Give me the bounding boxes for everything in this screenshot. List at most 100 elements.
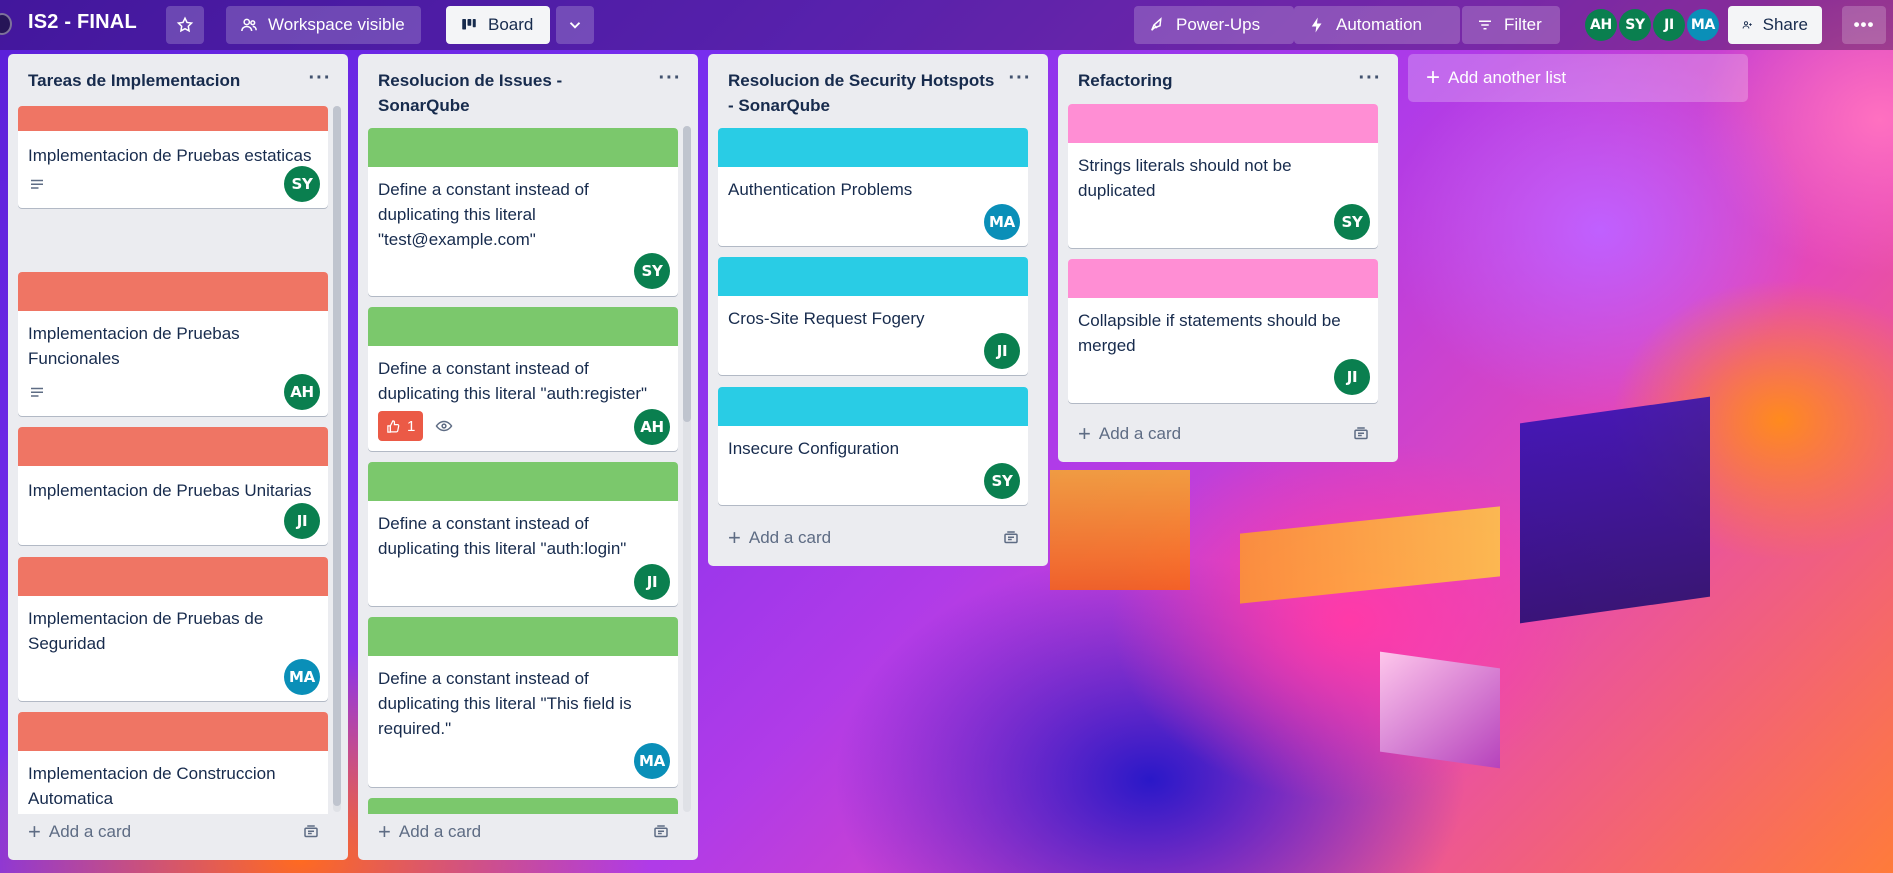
filter-button[interactable]: Filter [1462, 6, 1560, 44]
card-cover [1068, 259, 1378, 298]
card[interactable]: Collapsible if statements should be merg… [1068, 259, 1378, 403]
card-cover [18, 557, 328, 596]
board-title[interactable]: IS2 - FINAL [28, 11, 137, 34]
avatar[interactable]: JI [284, 503, 320, 539]
card-cover [18, 427, 328, 466]
card[interactable]: Authentication Problems MA [718, 128, 1028, 246]
list-header[interactable]: Tareas de Implementacion ··· [8, 54, 348, 102]
card-title: Define a constant instead of duplicating… [378, 359, 648, 403]
list-title[interactable]: Resolucion de Issues - SonarQube [378, 68, 648, 118]
people-icon [241, 18, 257, 32]
card[interactable]: Define a constant instead of duplicating… [368, 307, 678, 451]
automation-button[interactable]: Automation [1294, 6, 1460, 44]
card[interactable]: Strings literals should not be duplicate… [1068, 104, 1378, 248]
share-button[interactable]: Share [1728, 6, 1822, 44]
card[interactable]: Implementacion de Construccion Automatic… [18, 712, 328, 814]
card-members: MA [284, 659, 320, 695]
add-card-button[interactable]: + Add a card [18, 814, 328, 850]
avatar[interactable]: MA [634, 743, 670, 779]
card-template-icon[interactable] [652, 823, 670, 846]
avatar[interactable]: SY [1334, 204, 1370, 240]
card[interactable]: Define a constant instead of duplicating… [368, 617, 678, 787]
card-members: SY [984, 463, 1020, 499]
card-template-icon[interactable] [1352, 425, 1370, 448]
avatar[interactable]: AH [1585, 9, 1617, 41]
avatar[interactable]: JI [1653, 9, 1685, 41]
card[interactable]: Define a constant instead of duplicating… [368, 128, 678, 296]
visibility-button[interactable]: Workspace visible [226, 6, 421, 44]
share-label: Share [1762, 15, 1808, 34]
card-members: SY [284, 166, 320, 202]
view-switcher-button[interactable] [556, 6, 594, 44]
list-title[interactable]: Tareas de Implementacion [28, 68, 298, 93]
list-header[interactable]: Resolucion de Issues - SonarQube ··· [358, 54, 698, 118]
avatar[interactable]: AH [634, 409, 670, 445]
automation-label: Automation [1336, 15, 1422, 34]
board-icon [462, 19, 476, 30]
card-cover [718, 128, 1028, 167]
star-button[interactable] [166, 6, 204, 44]
list-menu-button[interactable]: ··· [1006, 64, 1034, 92]
card[interactable]: Insecure Configuration SY [718, 387, 1028, 505]
card-members: AH [634, 409, 670, 445]
card-cover [368, 798, 678, 814]
vote-count: 1 [407, 417, 416, 435]
card-badges [28, 384, 46, 402]
avatar[interactable]: JI [984, 333, 1020, 369]
card[interactable]: Implementacion de Pruebas Funcionales AH [18, 272, 328, 416]
card[interactable]: Define a constant instead of duplicating… [368, 462, 678, 606]
card-members: JI [634, 564, 670, 600]
background-shape [1050, 470, 1190, 590]
list-menu-button[interactable]: ··· [306, 64, 334, 92]
card[interactable]: Implementacion de Pruebas Unitarias JI [18, 427, 328, 545]
list-header[interactable]: Refactoring ··· [1058, 54, 1398, 102]
powerups-button[interactable]: Power-Ups [1134, 6, 1294, 44]
plus-icon: + [728, 525, 741, 550]
add-list-label: Add another list [1448, 68, 1567, 87]
avatar[interactable]: SY [634, 253, 670, 289]
list-header[interactable]: Resolucion de Security Hotspots - SonarQ… [708, 54, 1048, 118]
card-cover [368, 128, 678, 167]
card[interactable]: Cros-Site Request Fogery JI [718, 257, 1028, 375]
card-cover [18, 106, 328, 131]
add-list-button[interactable]: + Add another list [1408, 54, 1748, 102]
avatar[interactable]: SY [984, 463, 1020, 499]
avatar[interactable]: SY [284, 166, 320, 202]
avatar[interactable]: MA [984, 204, 1020, 240]
rocket-icon [1151, 17, 1162, 31]
list-menu-button[interactable]: ··· [1356, 64, 1384, 92]
card-list: Strings literals should not be duplicate… [1058, 104, 1398, 414]
card[interactable]: Implementacion de Pruebas de Seguridad M… [18, 557, 328, 701]
list-title[interactable]: Resolucion de Security Hotspots - SonarQ… [728, 68, 998, 118]
vote-badge[interactable]: 1 [378, 411, 424, 441]
card-members: MA [984, 204, 1020, 240]
card-title: Implementacion de Pruebas Funcionales [28, 324, 240, 368]
powerups-label: Power-Ups [1176, 15, 1261, 34]
add-card-button[interactable]: + Add a card [1068, 416, 1378, 452]
card-title: Implementacion de Pruebas de Seguridad [28, 609, 264, 653]
list-title[interactable]: Refactoring [1078, 68, 1348, 93]
add-person-icon [1742, 21, 1752, 29]
list-menu-button[interactable]: ··· [656, 64, 684, 92]
more-menu-button[interactable]: ••• [1842, 6, 1886, 44]
visibility-label: Workspace visible [268, 15, 405, 34]
avatar[interactable]: AH [284, 374, 320, 410]
avatar[interactable]: SY [1619, 9, 1651, 41]
board-view-button[interactable]: Board [446, 6, 550, 44]
description-icon [28, 384, 46, 402]
card-template-icon[interactable] [302, 823, 320, 846]
avatar[interactable]: MA [1687, 9, 1719, 41]
card-members: JI [984, 333, 1020, 369]
card-members: SY [634, 253, 670, 289]
filter-label: Filter [1504, 15, 1542, 34]
card-template-icon[interactable] [1002, 529, 1020, 552]
card-cover [718, 387, 1028, 426]
add-card-button[interactable]: + Add a card [718, 520, 1028, 556]
avatar[interactable]: JI [1334, 359, 1370, 395]
card[interactable] [368, 798, 678, 814]
avatar[interactable]: MA [284, 659, 320, 695]
card[interactable]: Implementacion de Pruebas estaticas SY [18, 106, 328, 208]
workspace-sidebar-toggle[interactable] [0, 13, 12, 35]
avatar[interactable]: JI [634, 564, 670, 600]
add-card-button[interactable]: + Add a card [368, 814, 678, 850]
